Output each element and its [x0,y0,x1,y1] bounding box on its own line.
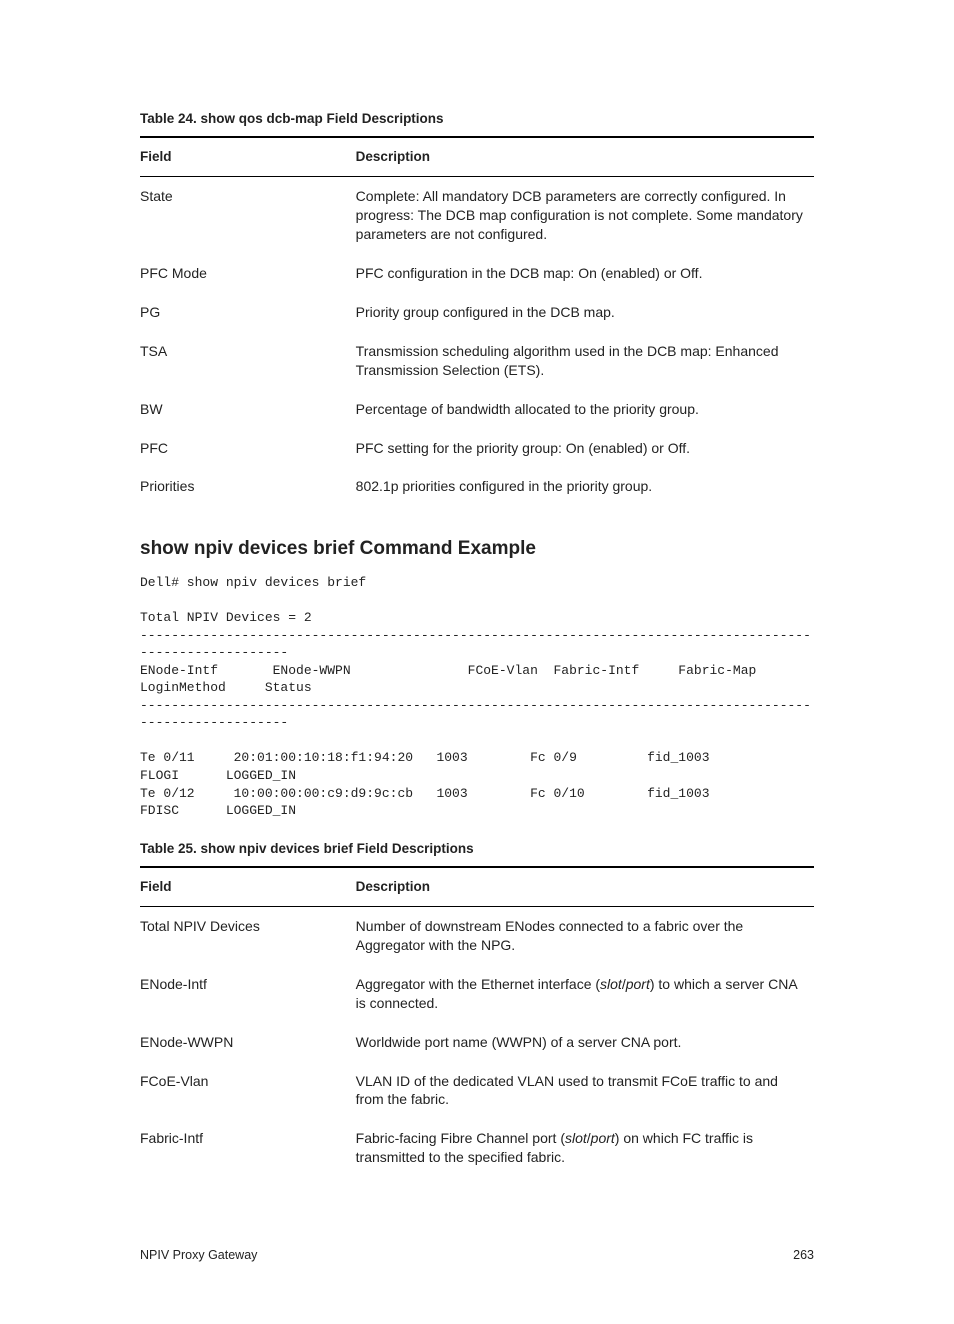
desc-cell: Percentage of bandwidth allocated to the… [356,390,814,429]
page-footer: NPIV Proxy Gateway 263 [140,1247,814,1264]
footer-left: NPIV Proxy Gateway [140,1247,257,1264]
desc-cell: Transmission scheduling algorithm used i… [356,332,814,390]
table24-caption: Table 24. show qos dcb-map Field Descrip… [140,110,814,128]
table-row: PFC PFC setting for the priority group: … [140,429,814,468]
field-cell: ENode-Intf [140,965,356,1023]
table24: Field Description State Complete: All ma… [140,136,814,506]
table-row: ENode-Intf Aggregator with the Ethernet … [140,965,814,1023]
desc-cell: Fabric-facing Fibre Channel port (slot/p… [356,1119,814,1177]
field-cell: Total NPIV Devices [140,907,356,965]
desc-cell: Aggregator with the Ethernet interface (… [356,965,814,1023]
table-row: PG Priority group configured in the DCB … [140,293,814,332]
table-row: State Complete: All mandatory DCB parame… [140,177,814,254]
table24-header-field: Field [140,137,356,177]
desc-cell: PFC setting for the priority group: On (… [356,429,814,468]
table-row: Total NPIV Devices Number of downstream … [140,907,814,965]
field-cell: FCoE-Vlan [140,1062,356,1120]
desc-cell: Number of downstream ENodes connected to… [356,907,814,965]
table25-header-desc: Description [356,867,814,907]
table-row: FCoE-Vlan VLAN ID of the dedicated VLAN … [140,1062,814,1120]
field-cell: BW [140,390,356,429]
desc-cell: Complete: All mandatory DCB parameters a… [356,177,814,254]
table-row: BW Percentage of bandwidth allocated to … [140,390,814,429]
table-row: Priorities 802.1p priorities configured … [140,467,814,506]
table25: Field Description Total NPIV Devices Num… [140,866,814,1177]
field-cell: Fabric-Intf [140,1119,356,1177]
desc-cell: PFC configuration in the DCB map: On (en… [356,254,814,293]
table-row: Fabric-Intf Fabric-facing Fibre Channel … [140,1119,814,1177]
field-cell: State [140,177,356,254]
table-row: PFC Mode PFC configuration in the DCB ma… [140,254,814,293]
table24-header-desc: Description [356,137,814,177]
footer-right: 263 [793,1247,814,1264]
code-block: Dell# show npiv devices brief Total NPIV… [140,574,814,820]
field-cell: TSA [140,332,356,390]
desc-cell: Worldwide port name (WWPN) of a server C… [356,1023,814,1062]
table25-caption: Table 25. show npiv devices brief Field … [140,840,814,858]
desc-cell: VLAN ID of the dedicated VLAN used to tr… [356,1062,814,1120]
field-cell: PFC [140,429,356,468]
section-heading: show npiv devices brief Command Example [140,536,814,562]
field-cell: PFC Mode [140,254,356,293]
desc-cell: Priority group configured in the DCB map… [356,293,814,332]
field-cell: ENode-WWPN [140,1023,356,1062]
table25-header-field: Field [140,867,356,907]
table-row: ENode-WWPN Worldwide port name (WWPN) of… [140,1023,814,1062]
desc-cell: 802.1p priorities configured in the prio… [356,467,814,506]
table-row: TSA Transmission scheduling algorithm us… [140,332,814,390]
field-cell: PG [140,293,356,332]
field-cell: Priorities [140,467,356,506]
